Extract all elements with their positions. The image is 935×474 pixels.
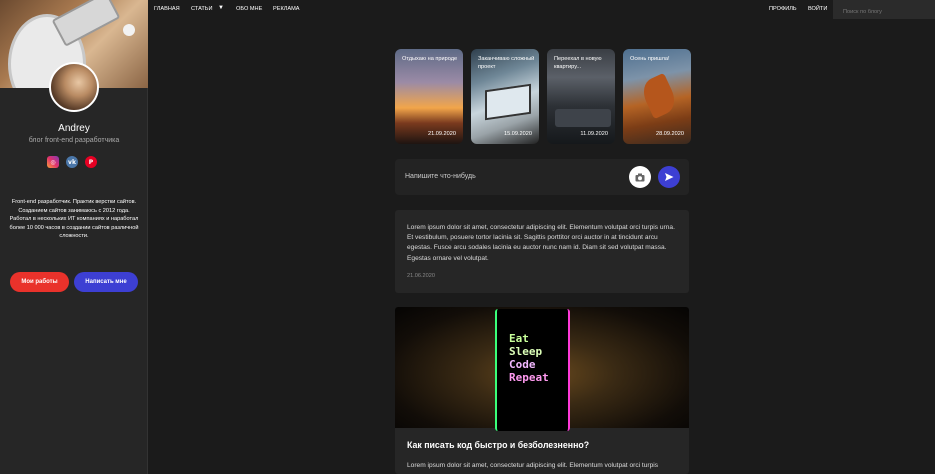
image-text-line: Repeat bbox=[509, 371, 549, 384]
image-text-line: Code bbox=[509, 358, 536, 371]
profile-subtitle: блог front-end разработчика bbox=[28, 137, 120, 144]
story-date: 28.09.2020 bbox=[656, 131, 684, 137]
nav-login[interactable]: Войти bbox=[808, 6, 827, 12]
story-title: Отдыхаю на природе bbox=[402, 56, 458, 62]
nav-about[interactable]: Обо мне bbox=[236, 6, 262, 12]
post-card: Eat Sleep Code Repeat Как писать код быс… bbox=[395, 307, 689, 474]
sidebar: Andrey блог front-end разработчика ◎ vk … bbox=[0, 0, 148, 474]
social-links: ◎ vk P bbox=[47, 156, 97, 168]
nav-ads[interactable]: Реклама bbox=[273, 6, 300, 12]
top-nav: Главная Статьи ▼ Обо мне Реклама Профиль… bbox=[148, 0, 935, 22]
post-text: Lorem ipsum dolor sit amet, consectetur … bbox=[407, 224, 675, 262]
vk-icon[interactable]: vk bbox=[66, 156, 78, 168]
story-title: Заканчиваю сложный проект bbox=[478, 56, 535, 70]
story-title: Переехал в новую квартиру... bbox=[554, 56, 602, 70]
leaf-image bbox=[638, 72, 680, 120]
post-title[interactable]: Как писать код быстро и безболезненно? bbox=[407, 440, 589, 450]
story-card[interactable]: Осень пришла! 28.09.2020 bbox=[623, 49, 691, 144]
write-me-button[interactable]: Написать мне bbox=[74, 272, 138, 292]
profile-name: Andrey bbox=[58, 123, 90, 134]
chevron-down-icon[interactable]: ▼ bbox=[218, 5, 224, 11]
post-composer[interactable]: Напишите что-нибудь bbox=[395, 159, 689, 195]
camera-icon[interactable] bbox=[629, 166, 651, 188]
stories: Отдыхаю на природе 21.09.2020 Заканчиваю… bbox=[395, 49, 691, 144]
story-card[interactable]: Переехал в новую квартиру... 11.09.2020 bbox=[547, 49, 615, 144]
story-card[interactable]: Отдыхаю на природе 21.09.2020 bbox=[395, 49, 463, 144]
profile-bio: Front-end разработчик. Практик верстки с… bbox=[9, 199, 139, 240]
post-text: Lorem ipsum dolor sit amet, consectetur … bbox=[407, 462, 659, 469]
phone-image: Eat Sleep Code Repeat bbox=[495, 309, 570, 431]
story-title: Осень пришла! bbox=[630, 56, 670, 62]
image-text-line: Sleep bbox=[509, 345, 543, 358]
post-image[interactable]: Eat Sleep Code Repeat bbox=[395, 307, 689, 431]
composer-input[interactable]: Напишите что-нибудь bbox=[405, 173, 476, 180]
story-date: 11.09.2020 bbox=[580, 131, 608, 137]
laptop-screen-image bbox=[485, 83, 531, 121]
nav-profile[interactable]: Профиль bbox=[769, 6, 797, 12]
nav-home[interactable]: Главная bbox=[154, 6, 180, 12]
cover-mug bbox=[123, 24, 135, 36]
story-date: 21.09.2020 bbox=[428, 131, 456, 137]
pinterest-icon[interactable]: P bbox=[85, 156, 97, 168]
cover-laptop bbox=[51, 0, 121, 47]
my-works-button[interactable]: Мои работы bbox=[10, 272, 69, 292]
image-text-line: Eat bbox=[509, 332, 529, 345]
sofa-image bbox=[555, 109, 611, 127]
avatar[interactable] bbox=[49, 62, 99, 112]
story-date: 15.09.2020 bbox=[504, 131, 532, 137]
instagram-icon[interactable]: ◎ bbox=[47, 156, 59, 168]
send-icon[interactable] bbox=[658, 166, 680, 188]
search-box bbox=[833, 0, 935, 22]
post-date: 21.06.2020 bbox=[407, 273, 435, 279]
post-card: Lorem ipsum dolor sit amet, consectetur … bbox=[395, 210, 689, 293]
search-input[interactable] bbox=[833, 2, 935, 22]
nav-articles[interactable]: Статьи bbox=[191, 6, 213, 12]
story-card[interactable]: Заканчиваю сложный проект 15.09.2020 bbox=[471, 49, 539, 144]
